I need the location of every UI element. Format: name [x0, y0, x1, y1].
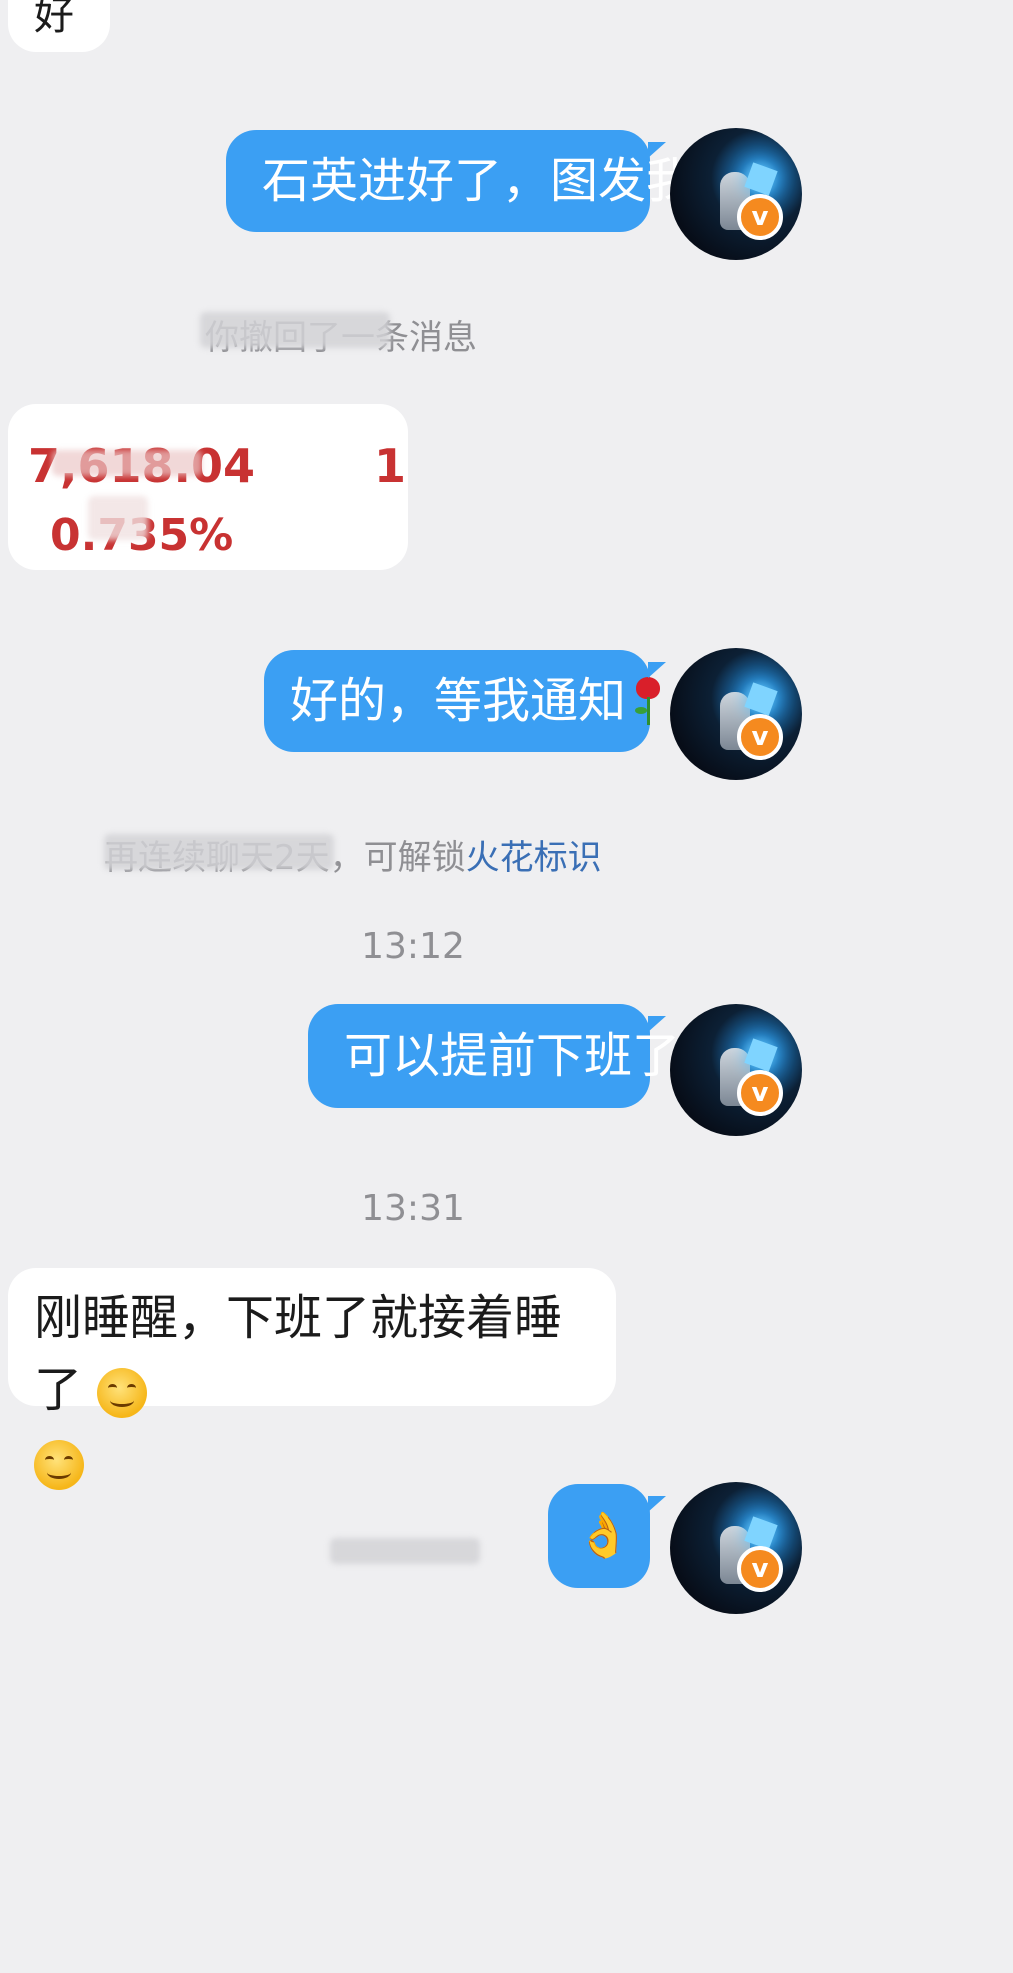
message-text: 好的，等我通知 — [290, 673, 627, 729]
verified-badge-icon: v — [737, 1070, 783, 1116]
verified-badge-icon: v — [737, 714, 783, 760]
message-text: 石英进好了，图发我 — [262, 153, 695, 209]
redaction-blur — [88, 496, 148, 540]
user-avatar[interactable] — [670, 1482, 802, 1614]
ok-hand-emoji-icon: 👌 — [576, 1510, 631, 1561]
message-text: 可以提前下班了 — [344, 1028, 681, 1084]
bubble-tail — [648, 142, 666, 158]
outgoing-message[interactable]: 👌 — [548, 1484, 650, 1588]
timestamp: 13:12 — [361, 926, 465, 967]
user-avatar[interactable] — [670, 648, 802, 780]
redaction-blur — [52, 450, 202, 476]
index-change: 14 — [374, 439, 408, 493]
redaction-blur — [104, 834, 334, 870]
bubble-tail — [648, 1496, 666, 1512]
smiling-face-emoji-icon — [34, 1440, 84, 1490]
incoming-message-partial[interactable]: 好 — [8, 0, 110, 52]
redaction-blur — [200, 312, 390, 348]
incoming-message[interactable]: 刚睡醒，下班了就接着睡了 — [8, 1268, 616, 1490]
user-avatar[interactable] — [670, 1004, 802, 1136]
redaction-blur — [330, 1538, 480, 1564]
message-text: 好 — [34, 0, 74, 39]
outgoing-message[interactable]: 石英进好了，图发我 — [226, 130, 694, 232]
user-avatar[interactable] — [670, 128, 802, 260]
smiling-face-emoji-icon — [97, 1368, 148, 1418]
timestamp: 13:31 — [361, 1188, 465, 1229]
outgoing-message[interactable]: 可以提前下班了 — [308, 1004, 680, 1108]
bubble-tail — [648, 662, 666, 678]
verified-badge-icon: v — [737, 1546, 783, 1592]
image-message[interactable]: 7,618.04 14 0.735% — [8, 404, 408, 570]
bubble-tail — [648, 1016, 666, 1032]
spark-link[interactable]: 火花标识 — [466, 838, 602, 878]
verified-badge-icon: v — [737, 194, 783, 240]
outgoing-message[interactable]: 好的，等我通知 — [264, 650, 661, 752]
